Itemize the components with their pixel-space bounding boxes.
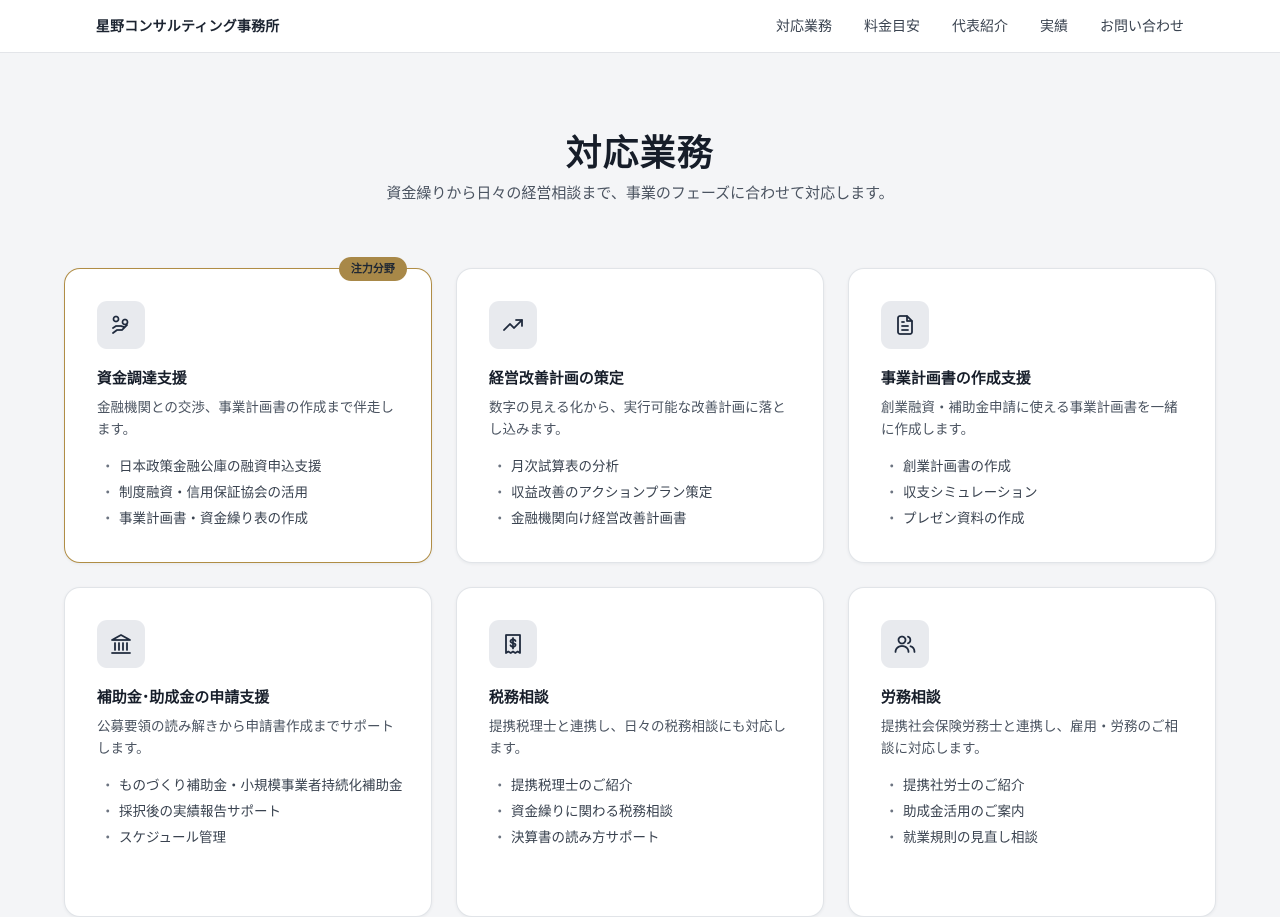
card-title: 労務相談: [881, 688, 942, 706]
list-item: ・月次試算表の分析: [493, 459, 619, 475]
card-description: 数字の見える化から、実行可能な改善計画に落とし込みます。: [489, 400, 786, 438]
list-item: ・プレゼン資料の作成: [885, 511, 1025, 527]
page-title: 対応業務: [565, 133, 714, 174]
card-list: ・提携税理士のご紹介 ・資金繰りに関わる税務相談 ・決算書の読み方サポート: [489, 776, 795, 854]
card-list: ・創業計画書の作成 ・収支シミュレーション ・プレゼン資料の作成: [881, 457, 1187, 535]
service-card-funding: 注力分野 資金調達支援 金融機関との交渉、事業計画書の作成まで伴走します。 ・日…: [64, 257, 432, 563]
nav-results[interactable]: 実績: [1040, 16, 1068, 36]
site-brand[interactable]: 星野コンサルティング事務所: [96, 16, 280, 36]
service-card-tax: 税務相談 提携税理士と連携し、日々の税務相談にも対応します。 ・提携税理士のご紹…: [456, 587, 824, 917]
card-list: ・日本政策金融公庫の融資申込支援 ・制度融資・信用保証協会の活用 ・事業計画書・…: [97, 457, 403, 535]
list-item: ・決算書の読み方サポート: [493, 830, 660, 846]
card-description: 提携税理士と連携し、日々の税務相談にも対応します。: [489, 719, 786, 757]
main-nav: 対応業務 料金目安 代表紹介 実績 お問い合わせ: [776, 16, 1184, 36]
nav-profile[interactable]: 代表紹介: [952, 16, 1008, 36]
card-title: 資金調達支援: [97, 369, 188, 387]
card-list: ・ものづくり補助金・小規模事業者持続化補助金 ・採択後の実績報告サポート ・スケ…: [97, 776, 403, 854]
list-item: ・提携税理士のご紹介: [493, 778, 633, 794]
list-item: ・採択後の実績報告サポート: [101, 804, 281, 820]
card-title: 経営改善計画の策定: [489, 369, 625, 387]
list-item: ・金融機関向け経営改善計画書: [493, 511, 687, 527]
service-card-subsidy: 補助金･助成金の申請支援 公募要領の読み解きから申請書作成までサポートします。 …: [64, 587, 432, 917]
list-item: ・収益改善のアクションプラン策定: [493, 485, 713, 501]
list-item: ・提携社労士のご紹介: [885, 778, 1025, 794]
card-description: 創業融資・補助金申請に使える事業計画書を一緒に作成します。: [881, 400, 1178, 438]
list-item: ・資金繰りに関わる税務相談: [493, 804, 673, 820]
list-item: ・ものづくり補助金・小規模事業者持続化補助金: [101, 778, 403, 794]
card-title: 事業計画書の作成支援: [881, 369, 1032, 387]
service-card-labor: 労務相談 提携社会保険労務士と連携し、雇用・労務のご相談に対応します。 ・提携社…: [848, 587, 1216, 917]
site-header: 星野コンサルティング事務所 対応業務 料金目安 代表紹介 実績 お問い合わせ: [0, 0, 1280, 53]
nav-services[interactable]: 対応業務: [776, 16, 832, 36]
nav-pricing[interactable]: 料金目安: [864, 16, 920, 36]
list-item: ・制度融資・信用保証協会の活用: [101, 485, 308, 501]
service-card-business-plan: 事業計画書の作成支援 創業融資・補助金申請に使える事業計画書を一緒に作成します。…: [848, 268, 1216, 563]
list-item: ・助成金活用のご案内: [885, 804, 1025, 820]
users-icon: [881, 620, 929, 668]
card-list: ・月次試算表の分析 ・収益改善のアクションプラン策定 ・金融機関向け経営改善計画…: [489, 457, 795, 535]
card-list: ・提携社労士のご紹介 ・助成金活用のご案内 ・就業規則の見直し相談: [881, 776, 1187, 854]
hand-coins-icon: [97, 301, 145, 349]
list-item: ・収支シミュレーション: [885, 485, 1038, 501]
document-icon: [881, 301, 929, 349]
trending-up-icon: [489, 301, 537, 349]
card-description: 金融機関との交渉、事業計画書の作成まで伴走します。: [97, 400, 394, 438]
receipt-dollar-icon: [489, 620, 537, 668]
card-description: 提携社会保険労務士と連携し、雇用・労務のご相談に対応します。: [881, 719, 1178, 757]
card-title: 税務相談: [489, 688, 550, 706]
card-title: 補助金･助成金の申請支援: [97, 688, 270, 706]
nav-contact[interactable]: お問い合わせ: [1100, 16, 1184, 36]
bank-icon: [97, 620, 145, 668]
featured-badge: 注力分野: [339, 257, 407, 281]
card-description: 公募要領の読み解きから申請書作成までサポートします。: [97, 719, 394, 757]
list-item: ・スケジュール管理: [101, 830, 227, 846]
list-item: ・日本政策金融公庫の融資申込支援: [101, 459, 322, 475]
list-item: ・就業規則の見直し相談: [885, 830, 1038, 846]
list-item: ・創業計画書の作成: [885, 459, 1011, 475]
page-subtitle: 資金繰りから日々の経営相談まで、事業のフェーズに合わせて対応します。: [386, 184, 894, 202]
service-card-improvement: 経営改善計画の策定 数字の見える化から、実行可能な改善計画に落とし込みます。 ・…: [456, 268, 824, 563]
list-item: ・事業計画書・資金繰り表の作成: [101, 511, 308, 527]
